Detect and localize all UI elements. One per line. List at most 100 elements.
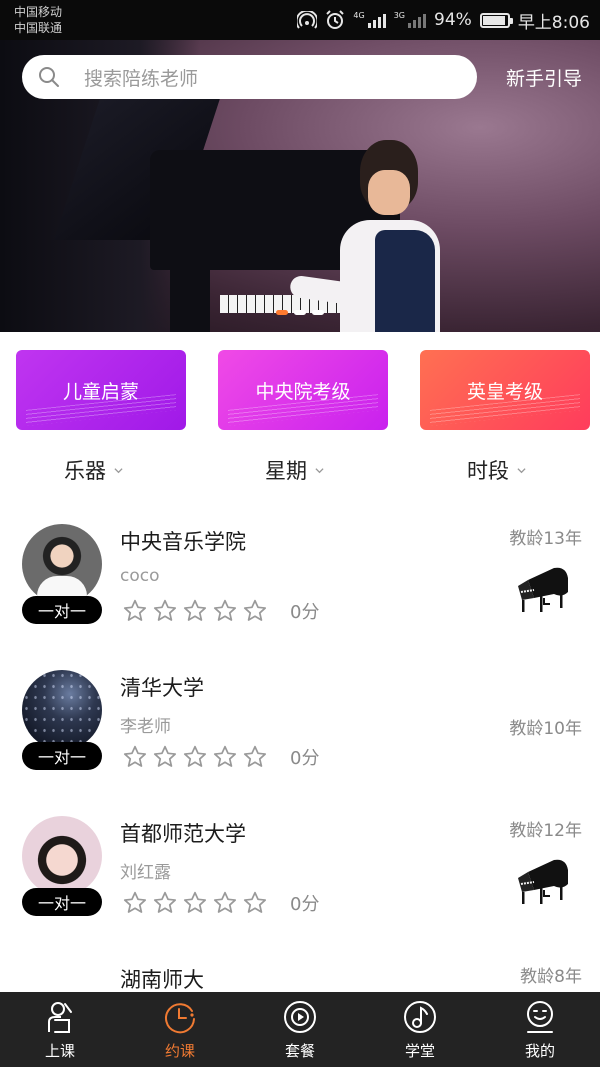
status-icons: 4G 3G 94% 早上8:06 bbox=[297, 0, 590, 40]
teacher-avatar-wrap: 一对一 bbox=[22, 524, 104, 624]
star-icon bbox=[183, 599, 207, 621]
teaching-experience: 教龄13年 bbox=[509, 529, 582, 549]
nav-label: 约课 bbox=[164, 1042, 195, 1060]
lesson-type-badge: 一对一 bbox=[22, 888, 102, 916]
disc-icon bbox=[284, 1001, 316, 1033]
nav-label: 我的 bbox=[524, 1042, 555, 1060]
category-label: 中央院考级 bbox=[255, 380, 351, 403]
teacher-row[interactable]: 湖南师大 教龄8年 bbox=[0, 948, 600, 990]
signal-2-icon: 3G bbox=[393, 11, 427, 28]
teacher-row[interactable]: 一对一 首都师范大学 刘红露 0分 教龄12年 bbox=[0, 802, 600, 947]
clock: 早上8:06 bbox=[517, 12, 590, 33]
banner-dot[interactable] bbox=[294, 310, 306, 315]
search-input[interactable]: 搜索陪练老师 bbox=[22, 55, 477, 99]
star-icon bbox=[213, 891, 237, 913]
nav-profile[interactable]: 我的 bbox=[480, 992, 600, 1067]
nav-label: 套餐 bbox=[284, 1042, 315, 1060]
star-icon bbox=[213, 599, 237, 621]
battery-percent: 94% bbox=[434, 10, 472, 30]
music-note-icon bbox=[404, 1001, 436, 1033]
carrier-2: 中国联通 bbox=[14, 21, 63, 35]
teaching-experience: 教龄8年 bbox=[520, 967, 582, 987]
rating-score: 0分 bbox=[290, 602, 320, 623]
teacher-school: 湖南师大 bbox=[120, 968, 204, 990]
star-icon bbox=[243, 745, 267, 767]
category-label: 英皇考级 bbox=[466, 380, 543, 403]
banner-dot[interactable] bbox=[276, 310, 288, 315]
filter-label: 时段 bbox=[467, 459, 509, 483]
filter-label: 星期 bbox=[265, 459, 307, 483]
status-bar: 中国移动 中国联通 4G 3G 94% 早上8:06 bbox=[0, 0, 600, 40]
teacher-school: 中央音乐学院 bbox=[120, 530, 246, 554]
star-icon bbox=[153, 599, 177, 621]
category-card-central-conservatory[interactable]: 中央院考级 bbox=[218, 350, 388, 430]
star-icon bbox=[183, 745, 207, 767]
search-placeholder: 搜索陪练老师 bbox=[84, 67, 199, 90]
star-icon bbox=[123, 891, 147, 913]
star-rating: 0分 bbox=[122, 598, 319, 624]
profile-icon bbox=[527, 1001, 553, 1033]
battery-icon bbox=[479, 12, 513, 28]
lesson-type-badge: 一对一 bbox=[22, 596, 102, 624]
alarm-icon bbox=[326, 10, 345, 29]
grand-piano-icon bbox=[518, 567, 568, 612]
avatar bbox=[22, 816, 102, 896]
banner-piano-leg bbox=[170, 265, 210, 332]
banner-boy-face bbox=[368, 170, 410, 215]
clock-icon bbox=[165, 1003, 195, 1034]
avatar bbox=[22, 524, 102, 604]
bottom-nav: 上课 约课 套餐 学堂 我的 bbox=[0, 992, 600, 1067]
banner-boy-vest bbox=[375, 230, 435, 332]
teacher-name: coco bbox=[120, 566, 160, 586]
star-icon bbox=[183, 891, 207, 913]
filter-instrument[interactable]: 乐器 bbox=[64, 455, 123, 485]
rating-score: 0分 bbox=[290, 748, 320, 769]
category-cards: 儿童启蒙 中央院考级 英皇考级 bbox=[16, 350, 590, 432]
rating-score: 0分 bbox=[290, 894, 320, 915]
star-icon bbox=[123, 599, 147, 621]
teacher-name: 刘红露 bbox=[120, 863, 171, 883]
beginner-guide-link[interactable]: 新手引导 bbox=[506, 64, 582, 91]
filter-time-slot[interactable]: 时段 bbox=[467, 455, 526, 485]
carrier-info: 中国移动 中国联通 bbox=[14, 4, 62, 36]
nav-label: 上课 bbox=[44, 1042, 75, 1060]
star-icon bbox=[243, 599, 267, 621]
teacher-name: 李老师 bbox=[120, 717, 171, 737]
filter-label: 乐器 bbox=[64, 459, 106, 483]
teacher-avatar-wrap: 一对一 bbox=[22, 816, 104, 916]
filter-bar: 乐器 星期 时段 bbox=[0, 455, 600, 495]
teacher-school: 清华大学 bbox=[120, 676, 204, 700]
nav-package[interactable]: 套餐 bbox=[240, 992, 360, 1067]
carrier-1: 中国移动 bbox=[14, 5, 63, 19]
banner-dot[interactable] bbox=[312, 310, 324, 315]
chevron-down-icon bbox=[517, 467, 526, 473]
category-card-abrsm[interactable]: 英皇考级 bbox=[420, 350, 590, 430]
banner-pagination bbox=[276, 310, 324, 315]
star-icon bbox=[153, 745, 177, 767]
lesson-icon bbox=[48, 1002, 72, 1033]
teacher-row[interactable]: 一对一 中央音乐学院 coco 0分 教龄13年 bbox=[0, 510, 600, 655]
nav-book-lesson[interactable]: 约课 bbox=[120, 992, 240, 1067]
filter-weekday[interactable]: 星期 bbox=[265, 455, 324, 485]
avatar bbox=[22, 670, 102, 750]
teacher-school: 首都师范大学 bbox=[120, 822, 246, 846]
nav-label: 学堂 bbox=[404, 1042, 435, 1060]
star-icon bbox=[243, 891, 267, 913]
nav-school[interactable]: 学堂 bbox=[360, 992, 480, 1067]
search-icon bbox=[38, 66, 60, 88]
network-type-1: 4G bbox=[353, 11, 365, 20]
grand-piano-icon bbox=[518, 859, 568, 904]
battery-level bbox=[482, 15, 506, 25]
network-type-2: 3G bbox=[393, 11, 406, 20]
nav-lesson[interactable]: 上课 bbox=[0, 992, 120, 1067]
lesson-type-badge: 一对一 bbox=[22, 742, 102, 770]
chevron-down-icon bbox=[315, 467, 324, 473]
teacher-row[interactable]: 一对一 清华大学 李老师 0分 教龄10年 bbox=[0, 656, 600, 801]
signal-1-icon: 4G bbox=[353, 11, 386, 28]
star-rating: 0分 bbox=[122, 890, 319, 916]
teacher-list: 一对一 中央音乐学院 coco 0分 教龄13年 一对一 清华大学 李老师 0分… bbox=[0, 510, 600, 990]
category-card-children[interactable]: 儿童启蒙 bbox=[16, 350, 186, 430]
teacher-avatar-wrap: 一对一 bbox=[22, 670, 104, 770]
star-icon bbox=[153, 891, 177, 913]
star-rating: 0分 bbox=[122, 744, 319, 770]
